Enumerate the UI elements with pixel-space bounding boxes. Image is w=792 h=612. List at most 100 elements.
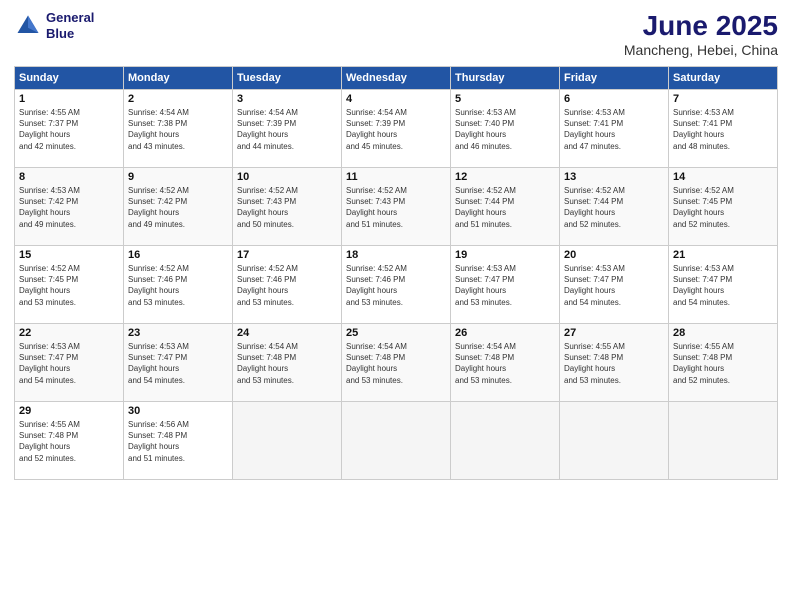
day-number: 27 bbox=[564, 327, 664, 339]
day-number: 28 bbox=[673, 327, 773, 339]
day-number: 19 bbox=[455, 249, 555, 261]
table-row: 16 Sunrise: 4:52 AMSunset: 7:46 PMDaylig… bbox=[124, 246, 233, 324]
page: General Blue June 2025 Mancheng, Hebei, … bbox=[0, 0, 792, 612]
calendar-week-row: 1 Sunrise: 4:55 AMSunset: 7:37 PMDayligh… bbox=[15, 90, 778, 168]
table-row: 30 Sunrise: 4:56 AMSunset: 7:48 PMDaylig… bbox=[124, 402, 233, 480]
cell-content: Sunrise: 4:54 AMSunset: 7:39 PMDaylight … bbox=[237, 107, 337, 152]
cell-content: Sunrise: 4:54 AMSunset: 7:38 PMDaylight … bbox=[128, 107, 228, 152]
table-row: 13 Sunrise: 4:52 AMSunset: 7:44 PMDaylig… bbox=[560, 168, 669, 246]
cell-content: Sunrise: 4:52 AMSunset: 7:42 PMDaylight … bbox=[128, 185, 228, 230]
table-row bbox=[342, 402, 451, 480]
cell-content: Sunrise: 4:53 AMSunset: 7:47 PMDaylight … bbox=[564, 263, 664, 308]
table-row: 1 Sunrise: 4:55 AMSunset: 7:37 PMDayligh… bbox=[15, 90, 124, 168]
table-row: 24 Sunrise: 4:54 AMSunset: 7:48 PMDaylig… bbox=[233, 324, 342, 402]
day-number: 23 bbox=[128, 327, 228, 339]
day-number: 26 bbox=[455, 327, 555, 339]
day-number: 18 bbox=[346, 249, 446, 261]
day-number: 10 bbox=[237, 171, 337, 183]
cell-content: Sunrise: 4:56 AMSunset: 7:48 PMDaylight … bbox=[128, 419, 228, 464]
cell-content: Sunrise: 4:53 AMSunset: 7:42 PMDaylight … bbox=[19, 185, 119, 230]
cell-content: Sunrise: 4:52 AMSunset: 7:46 PMDaylight … bbox=[128, 263, 228, 308]
calendar-title: June 2025 bbox=[624, 10, 778, 42]
table-row: 8 Sunrise: 4:53 AMSunset: 7:42 PMDayligh… bbox=[15, 168, 124, 246]
table-row: 22 Sunrise: 4:53 AMSunset: 7:47 PMDaylig… bbox=[15, 324, 124, 402]
day-number: 11 bbox=[346, 171, 446, 183]
table-row: 21 Sunrise: 4:53 AMSunset: 7:47 PMDaylig… bbox=[669, 246, 778, 324]
day-number: 16 bbox=[128, 249, 228, 261]
cell-content: Sunrise: 4:55 AMSunset: 7:37 PMDaylight … bbox=[19, 107, 119, 152]
logo-line1: General bbox=[46, 10, 94, 26]
header-sunday: Sunday bbox=[15, 67, 124, 90]
cell-content: Sunrise: 4:55 AMSunset: 7:48 PMDaylight … bbox=[19, 419, 119, 464]
day-number: 22 bbox=[19, 327, 119, 339]
cell-content: Sunrise: 4:54 AMSunset: 7:39 PMDaylight … bbox=[346, 107, 446, 152]
header-tuesday: Tuesday bbox=[233, 67, 342, 90]
cell-content: Sunrise: 4:52 AMSunset: 7:43 PMDaylight … bbox=[346, 185, 446, 230]
header-thursday: Thursday bbox=[451, 67, 560, 90]
table-row: 4 Sunrise: 4:54 AMSunset: 7:39 PMDayligh… bbox=[342, 90, 451, 168]
day-number: 12 bbox=[455, 171, 555, 183]
weekday-header-row: Sunday Monday Tuesday Wednesday Thursday… bbox=[15, 67, 778, 90]
table-row: 29 Sunrise: 4:55 AMSunset: 7:48 PMDaylig… bbox=[15, 402, 124, 480]
table-row: 12 Sunrise: 4:52 AMSunset: 7:44 PMDaylig… bbox=[451, 168, 560, 246]
day-number: 20 bbox=[564, 249, 664, 261]
table-row: 10 Sunrise: 4:52 AMSunset: 7:43 PMDaylig… bbox=[233, 168, 342, 246]
table-row: 26 Sunrise: 4:54 AMSunset: 7:48 PMDaylig… bbox=[451, 324, 560, 402]
cell-content: Sunrise: 4:53 AMSunset: 7:47 PMDaylight … bbox=[128, 341, 228, 386]
table-row: 19 Sunrise: 4:53 AMSunset: 7:47 PMDaylig… bbox=[451, 246, 560, 324]
cell-content: Sunrise: 4:53 AMSunset: 7:41 PMDaylight … bbox=[673, 107, 773, 152]
day-number: 2 bbox=[128, 93, 228, 105]
table-row: 27 Sunrise: 4:55 AMSunset: 7:48 PMDaylig… bbox=[560, 324, 669, 402]
table-row: 17 Sunrise: 4:52 AMSunset: 7:46 PMDaylig… bbox=[233, 246, 342, 324]
calendar-week-row: 29 Sunrise: 4:55 AMSunset: 7:48 PMDaylig… bbox=[15, 402, 778, 480]
title-block: June 2025 Mancheng, Hebei, China bbox=[624, 10, 778, 58]
cell-content: Sunrise: 4:54 AMSunset: 7:48 PMDaylight … bbox=[455, 341, 555, 386]
cell-content: Sunrise: 4:52 AMSunset: 7:45 PMDaylight … bbox=[19, 263, 119, 308]
cell-content: Sunrise: 4:52 AMSunset: 7:46 PMDaylight … bbox=[237, 263, 337, 308]
table-row: 28 Sunrise: 4:55 AMSunset: 7:48 PMDaylig… bbox=[669, 324, 778, 402]
cell-content: Sunrise: 4:54 AMSunset: 7:48 PMDaylight … bbox=[237, 341, 337, 386]
day-number: 1 bbox=[19, 93, 119, 105]
cell-content: Sunrise: 4:53 AMSunset: 7:47 PMDaylight … bbox=[673, 263, 773, 308]
cell-content: Sunrise: 4:55 AMSunset: 7:48 PMDaylight … bbox=[564, 341, 664, 386]
table-row: 23 Sunrise: 4:53 AMSunset: 7:47 PMDaylig… bbox=[124, 324, 233, 402]
cell-content: Sunrise: 4:52 AMSunset: 7:44 PMDaylight … bbox=[455, 185, 555, 230]
cell-content: Sunrise: 4:54 AMSunset: 7:48 PMDaylight … bbox=[346, 341, 446, 386]
header-monday: Monday bbox=[124, 67, 233, 90]
day-number: 8 bbox=[19, 171, 119, 183]
table-row: 7 Sunrise: 4:53 AMSunset: 7:41 PMDayligh… bbox=[669, 90, 778, 168]
day-number: 4 bbox=[346, 93, 446, 105]
logo-text: General Blue bbox=[46, 10, 94, 41]
header: General Blue June 2025 Mancheng, Hebei, … bbox=[14, 10, 778, 58]
day-number: 30 bbox=[128, 405, 228, 417]
cell-content: Sunrise: 4:53 AMSunset: 7:47 PMDaylight … bbox=[455, 263, 555, 308]
logo-line2: Blue bbox=[46, 26, 94, 42]
day-number: 24 bbox=[237, 327, 337, 339]
day-number: 7 bbox=[673, 93, 773, 105]
calendar-week-row: 22 Sunrise: 4:53 AMSunset: 7:47 PMDaylig… bbox=[15, 324, 778, 402]
table-row bbox=[451, 402, 560, 480]
table-row: 15 Sunrise: 4:52 AMSunset: 7:45 PMDaylig… bbox=[15, 246, 124, 324]
calendar-subtitle: Mancheng, Hebei, China bbox=[624, 42, 778, 58]
header-wednesday: Wednesday bbox=[342, 67, 451, 90]
day-number: 6 bbox=[564, 93, 664, 105]
day-number: 13 bbox=[564, 171, 664, 183]
table-row: 18 Sunrise: 4:52 AMSunset: 7:46 PMDaylig… bbox=[342, 246, 451, 324]
day-number: 17 bbox=[237, 249, 337, 261]
cell-content: Sunrise: 4:52 AMSunset: 7:46 PMDaylight … bbox=[346, 263, 446, 308]
table-row: 20 Sunrise: 4:53 AMSunset: 7:47 PMDaylig… bbox=[560, 246, 669, 324]
day-number: 21 bbox=[673, 249, 773, 261]
day-number: 15 bbox=[19, 249, 119, 261]
cell-content: Sunrise: 4:52 AMSunset: 7:43 PMDaylight … bbox=[237, 185, 337, 230]
cell-content: Sunrise: 4:53 AMSunset: 7:47 PMDaylight … bbox=[19, 341, 119, 386]
logo-icon bbox=[14, 12, 42, 40]
table-row: 5 Sunrise: 4:53 AMSunset: 7:40 PMDayligh… bbox=[451, 90, 560, 168]
calendar-week-row: 8 Sunrise: 4:53 AMSunset: 7:42 PMDayligh… bbox=[15, 168, 778, 246]
table-row: 6 Sunrise: 4:53 AMSunset: 7:41 PMDayligh… bbox=[560, 90, 669, 168]
cell-content: Sunrise: 4:55 AMSunset: 7:48 PMDaylight … bbox=[673, 341, 773, 386]
table-row: 11 Sunrise: 4:52 AMSunset: 7:43 PMDaylig… bbox=[342, 168, 451, 246]
day-number: 14 bbox=[673, 171, 773, 183]
table-row bbox=[233, 402, 342, 480]
table-row: 3 Sunrise: 4:54 AMSunset: 7:39 PMDayligh… bbox=[233, 90, 342, 168]
day-number: 5 bbox=[455, 93, 555, 105]
